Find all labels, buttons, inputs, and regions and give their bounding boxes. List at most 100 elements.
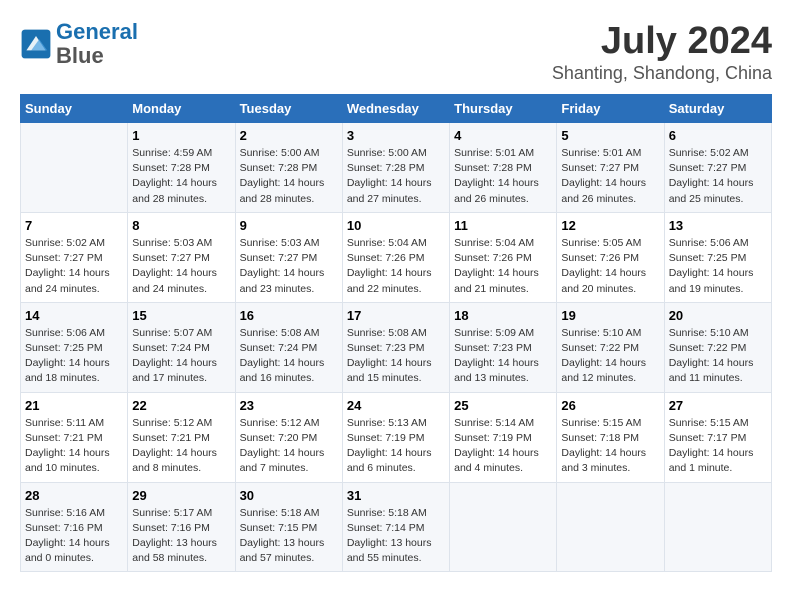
day-info: Sunrise: 5:03 AM Sunset: 7:27 PM Dayligh… (132, 236, 230, 297)
header-day-tuesday: Tuesday (235, 95, 342, 123)
day-info: Sunrise: 5:01 AM Sunset: 7:27 PM Dayligh… (561, 146, 659, 207)
day-number: 8 (132, 218, 230, 233)
calendar-cell (664, 482, 771, 572)
day-number: 5 (561, 128, 659, 143)
calendar-cell: 25Sunrise: 5:14 AM Sunset: 7:19 PM Dayli… (450, 392, 557, 482)
day-info: Sunrise: 5:02 AM Sunset: 7:27 PM Dayligh… (669, 146, 767, 207)
calendar-cell: 14 Sunrise: 5:06 AM Sunset: 7:25 PM Dayli… (21, 302, 128, 392)
calendar-cell: 22 Sunrise: 5:12 AM Sunset: 7:21 PM Dayli… (128, 392, 235, 482)
calendar-cell: 17 Sunrise: 5:08 AM Sunset: 7:23 PM Dayli… (342, 302, 449, 392)
calendar-cell: 8 Sunrise: 5:03 AM Sunset: 7:27 PM Daylig… (128, 212, 235, 302)
header-day-sunday: Sunday (21, 95, 128, 123)
day-info: Sunrise: 5:18 AM Sunset: 7:14 PM Dayligh… (347, 506, 445, 567)
header-day-monday: Monday (128, 95, 235, 123)
calendar-cell: 24Sunrise: 5:13 AM Sunset: 7:19 PM Dayli… (342, 392, 449, 482)
day-number: 6 (669, 128, 767, 143)
calendar-cell: 11Sunrise: 5:04 AM Sunset: 7:26 PM Dayli… (450, 212, 557, 302)
page-header: GeneralBlue July 2024 Shanting, Shandong… (20, 20, 772, 84)
day-info: Sunrise: 5:00 AM Sunset: 7:28 PM Dayligh… (347, 146, 445, 207)
day-info: Sunrise: 5:06 AM Sunset: 7:25 PM Dayligh… (25, 326, 123, 387)
day-number: 28 (25, 488, 123, 503)
sub-title: Shanting, Shandong, China (552, 63, 772, 84)
calendar-cell: 15 Sunrise: 5:07 AM Sunset: 7:24 PM Dayli… (128, 302, 235, 392)
calendar-cell: 18 Sunrise: 5:09 AM Sunset: 7:23 PM Dayli… (450, 302, 557, 392)
day-info: Sunrise: 5:18 AM Sunset: 7:15 PM Dayligh… (240, 506, 338, 567)
calendar-cell: 1 Sunrise: 4:59 AM Sunset: 7:28 PM Daylig… (128, 123, 235, 213)
day-info: Sunrise: 5:15 AM Sunset: 7:17 PM Dayligh… (669, 416, 767, 477)
day-info: Sunrise: 5:12 AM Sunset: 7:21 PM Dayligh… (132, 416, 230, 477)
week-row-1: 1 Sunrise: 4:59 AM Sunset: 7:28 PM Daylig… (21, 123, 772, 213)
day-number: 14 (25, 308, 123, 323)
calendar-cell: 28 Sunrise: 5:16 AM Sunset: 7:16 PM Dayli… (21, 482, 128, 572)
calendar-cell: 2Sunrise: 5:00 AM Sunset: 7:28 PM Daylig… (235, 123, 342, 213)
day-info: Sunrise: 5:04 AM Sunset: 7:26 PM Dayligh… (454, 236, 552, 297)
calendar-cell (557, 482, 664, 572)
day-number: 22 (132, 398, 230, 413)
day-number: 24 (347, 398, 445, 413)
calendar-cell: 21 Sunrise: 5:11 AM Sunset: 7:21 PM Dayli… (21, 392, 128, 482)
day-number: 4 (454, 128, 552, 143)
day-info: Sunrise: 5:09 AM Sunset: 7:23 PM Dayligh… (454, 326, 552, 387)
calendar-cell: 19Sunrise: 5:10 AM Sunset: 7:22 PM Dayli… (557, 302, 664, 392)
day-number: 21 (25, 398, 123, 413)
logo-icon (20, 28, 52, 60)
calendar-cell: 10 Sunrise: 5:04 AM Sunset: 7:26 PM Dayli… (342, 212, 449, 302)
calendar-table: SundayMondayTuesdayWednesdayThursdayFrid… (20, 94, 772, 572)
day-number: 30 (240, 488, 338, 503)
calendar-cell (21, 123, 128, 213)
calendar-cell: 6 Sunrise: 5:02 AM Sunset: 7:27 PM Daylig… (664, 123, 771, 213)
day-info: Sunrise: 5:15 AM Sunset: 7:18 PM Dayligh… (561, 416, 659, 477)
day-info: Sunrise: 5:03 AM Sunset: 7:27 PM Dayligh… (240, 236, 338, 297)
calendar-cell: 13 Sunrise: 5:06 AM Sunset: 7:25 PM Dayli… (664, 212, 771, 302)
day-number: 15 (132, 308, 230, 323)
day-number: 19 (561, 308, 659, 323)
header-day-thursday: Thursday (450, 95, 557, 123)
calendar-cell: 3 Sunrise: 5:00 AM Sunset: 7:28 PM Daylig… (342, 123, 449, 213)
day-info: Sunrise: 5:08 AM Sunset: 7:24 PM Dayligh… (240, 326, 338, 387)
day-info: Sunrise: 5:14 AM Sunset: 7:19 PM Dayligh… (454, 416, 552, 477)
week-row-2: 7Sunrise: 5:02 AM Sunset: 7:27 PM Daylig… (21, 212, 772, 302)
day-number: 2 (240, 128, 338, 143)
calendar-cell: 26Sunrise: 5:15 AM Sunset: 7:18 PM Dayli… (557, 392, 664, 482)
day-info: Sunrise: 5:12 AM Sunset: 7:20 PM Dayligh… (240, 416, 338, 477)
day-info: Sunrise: 5:11 AM Sunset: 7:21 PM Dayligh… (25, 416, 123, 477)
day-number: 18 (454, 308, 552, 323)
logo: GeneralBlue (20, 20, 138, 68)
day-number: 13 (669, 218, 767, 233)
day-info: Sunrise: 5:05 AM Sunset: 7:26 PM Dayligh… (561, 236, 659, 297)
week-row-5: 28 Sunrise: 5:16 AM Sunset: 7:16 PM Dayli… (21, 482, 772, 572)
day-number: 16 (240, 308, 338, 323)
day-info: Sunrise: 5:06 AM Sunset: 7:25 PM Dayligh… (669, 236, 767, 297)
day-info: Sunrise: 5:01 AM Sunset: 7:28 PM Dayligh… (454, 146, 552, 207)
calendar-cell: 4 Sunrise: 5:01 AM Sunset: 7:28 PM Daylig… (450, 123, 557, 213)
week-row-3: 14 Sunrise: 5:06 AM Sunset: 7:25 PM Dayli… (21, 302, 772, 392)
main-title: July 2024 (552, 20, 772, 63)
day-number: 7 (25, 218, 123, 233)
calendar-cell: 5 Sunrise: 5:01 AM Sunset: 7:27 PM Daylig… (557, 123, 664, 213)
day-info: Sunrise: 5:17 AM Sunset: 7:16 PM Dayligh… (132, 506, 230, 567)
day-info: Sunrise: 5:07 AM Sunset: 7:24 PM Dayligh… (132, 326, 230, 387)
day-info: Sunrise: 5:08 AM Sunset: 7:23 PM Dayligh… (347, 326, 445, 387)
day-number: 17 (347, 308, 445, 323)
calendar-cell: 27 Sunrise: 5:15 AM Sunset: 7:17 PM Dayli… (664, 392, 771, 482)
day-info: Sunrise: 5:16 AM Sunset: 7:16 PM Dayligh… (25, 506, 123, 567)
calendar-cell: 31 Sunrise: 5:18 AM Sunset: 7:14 PM Dayli… (342, 482, 449, 572)
day-number: 9 (240, 218, 338, 233)
day-number: 31 (347, 488, 445, 503)
day-info: Sunrise: 5:04 AM Sunset: 7:26 PM Dayligh… (347, 236, 445, 297)
day-info: Sunrise: 4:59 AM Sunset: 7:28 PM Dayligh… (132, 146, 230, 207)
day-number: 10 (347, 218, 445, 233)
logo-text: GeneralBlue (56, 20, 138, 68)
day-number: 3 (347, 128, 445, 143)
calendar-cell: 29Sunrise: 5:17 AM Sunset: 7:16 PM Dayli… (128, 482, 235, 572)
calendar-cell: 20Sunrise: 5:10 AM Sunset: 7:22 PM Dayli… (664, 302, 771, 392)
week-row-4: 21 Sunrise: 5:11 AM Sunset: 7:21 PM Dayli… (21, 392, 772, 482)
day-info: Sunrise: 5:10 AM Sunset: 7:22 PM Dayligh… (669, 326, 767, 387)
header-day-wednesday: Wednesday (342, 95, 449, 123)
day-number: 27 (669, 398, 767, 413)
calendar-cell: 9 Sunrise: 5:03 AM Sunset: 7:27 PM Daylig… (235, 212, 342, 302)
day-number: 1 (132, 128, 230, 143)
calendar-cell: 7Sunrise: 5:02 AM Sunset: 7:27 PM Daylig… (21, 212, 128, 302)
calendar-cell: 12Sunrise: 5:05 AM Sunset: 7:26 PM Dayli… (557, 212, 664, 302)
calendar-cell (450, 482, 557, 572)
